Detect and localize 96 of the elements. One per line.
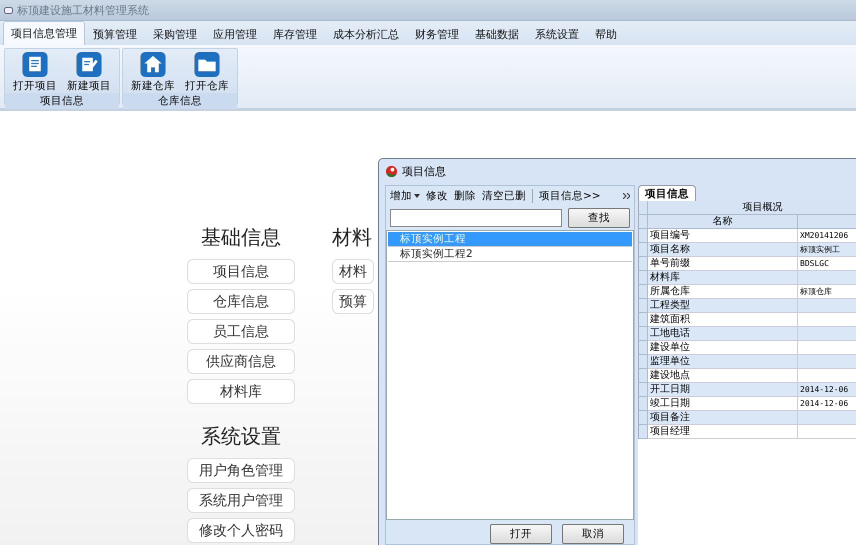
list-item[interactable]: 标顶实例工程2 <box>388 247 632 262</box>
table-cell <box>798 411 856 425</box>
group-label: 项目信息 <box>5 93 119 109</box>
app-logo-icon <box>385 164 398 178</box>
dialog-title: 项目信息 <box>402 164 446 178</box>
dialog-button[interactable]: 打开 <box>490 524 552 544</box>
panel-tab[interactable]: 项目信息 <box>638 185 696 201</box>
nav-button[interactable]: 预算 <box>332 289 374 314</box>
table-cell: 单号前缀 <box>648 257 798 271</box>
menu-tab[interactable]: 项目信息管理 <box>3 21 85 45</box>
row-indicator[interactable] <box>639 285 648 299</box>
folder-icon <box>193 51 221 78</box>
ribbon-button[interactable]: 新建仓库 <box>127 51 179 93</box>
table-cell: 标顶实例工 <box>798 243 856 257</box>
row-indicator[interactable] <box>639 243 648 257</box>
toolbar-button[interactable]: 增加 <box>390 189 420 203</box>
table-cell: 标顶仓库 <box>798 285 856 299</box>
table-cell: 工地电话 <box>648 327 798 341</box>
row-indicator[interactable] <box>639 257 648 271</box>
table-cell: 材料库 <box>648 271 798 285</box>
ribbon-button[interactable]: 打开项目 <box>9 51 61 93</box>
row-indicator[interactable] <box>639 397 648 411</box>
menu-tab[interactable]: 采购管理 <box>145 23 205 45</box>
window-title: 标顶建设施工材料管理系统 <box>17 2 149 18</box>
menu-tab[interactable]: 系统设置 <box>527 23 587 45</box>
table-cell <box>798 299 856 313</box>
table-cell <box>798 355 856 369</box>
nav-button[interactable]: 材料库 <box>187 379 295 404</box>
row-indicator <box>639 215 648 229</box>
row-indicator[interactable] <box>639 229 648 243</box>
table-cell: 所属仓库 <box>648 285 798 299</box>
menu-tab[interactable]: 基础数据 <box>467 23 527 45</box>
table-cell: XM20141206 <box>798 229 856 243</box>
menu-tab[interactable]: 库存管理 <box>265 23 325 45</box>
section-heading: 系统设置 <box>201 423 281 450</box>
search-button[interactable]: 查找 <box>568 208 630 228</box>
dialog-button[interactable]: 取消 <box>562 524 624 544</box>
nav-button[interactable]: 员工信息 <box>187 319 295 344</box>
nav-button[interactable]: 供应商信息 <box>187 349 295 374</box>
table-cell: 监理单位 <box>648 355 798 369</box>
table-cell: 开工日期 <box>648 383 798 397</box>
table-cell: 项目经理 <box>648 425 798 439</box>
row-indicator[interactable] <box>639 341 648 355</box>
menu-tab[interactable]: 帮助 <box>587 23 625 45</box>
nav-button[interactable]: 修改个人密码 <box>187 518 295 543</box>
ribbon-button[interactable]: 打开仓库 <box>181 51 233 93</box>
house-icon <box>139 51 167 78</box>
row-indicator[interactable] <box>639 411 648 425</box>
search-field[interactable] <box>390 209 562 227</box>
row-indicator[interactable] <box>639 383 648 397</box>
table-cell: 工程类型 <box>648 299 798 313</box>
table-group-header: 项目概况 <box>648 201 856 215</box>
document-icon <box>75 51 103 78</box>
table-cell: 2014-12-06 <box>798 397 856 411</box>
chevron-icon[interactable] <box>623 193 630 199</box>
nav-button[interactable]: 用户角色管理 <box>187 458 295 483</box>
toolbar-button[interactable]: 修改 <box>426 189 448 203</box>
nav-button[interactable]: 仓库信息 <box>187 289 295 314</box>
section-heading: 基础信息 <box>201 224 281 251</box>
table-cell: 竣工日期 <box>648 397 798 411</box>
nav-button[interactable]: 系统用户管理 <box>187 488 295 513</box>
section-heading: 材料 <box>332 224 372 251</box>
row-indicator[interactable] <box>639 425 648 439</box>
row-indicator[interactable] <box>639 327 648 341</box>
menu-tab[interactable]: 应用管理 <box>205 23 265 45</box>
column-header <box>798 215 856 229</box>
row-indicator[interactable] <box>639 369 648 383</box>
table-cell <box>798 327 856 341</box>
menu-tab[interactable]: 成本分析汇总 <box>325 23 407 45</box>
table-cell <box>798 271 856 285</box>
menu-tab[interactable]: 财务管理 <box>407 23 467 45</box>
caret-icon <box>414 194 420 198</box>
table-cell: 建设地点 <box>648 369 798 383</box>
row-indicator <box>639 201 648 215</box>
system-menu-icon[interactable] <box>4 6 13 14</box>
toolbar-button[interactable]: 清空已删 <box>482 189 526 203</box>
table-cell: 2014-12-06 <box>798 383 856 397</box>
table-cell: 项目名称 <box>648 243 798 257</box>
row-indicator[interactable] <box>639 299 648 313</box>
nav-button[interactable]: 项目信息 <box>187 259 295 284</box>
table-cell: 项目编号 <box>648 229 798 243</box>
table-cell: BDSLGC <box>798 257 856 271</box>
toolbar-button[interactable]: 删除 <box>454 189 476 203</box>
document-icon <box>21 51 49 78</box>
table-cell: 项目备注 <box>648 411 798 425</box>
menu-tab[interactable]: 预算管理 <box>85 23 145 45</box>
group-label: 仓库信息 <box>123 93 237 109</box>
column-header: 名称 <box>648 215 798 229</box>
table-cell: 建设单位 <box>648 341 798 355</box>
row-indicator[interactable] <box>639 271 648 285</box>
toolbar-button[interactable]: 项目信息>> <box>539 189 601 203</box>
row-indicator[interactable] <box>639 313 648 327</box>
table-cell: 建筑面积 <box>648 313 798 327</box>
row-indicator[interactable] <box>639 355 648 369</box>
ribbon-button[interactable]: 新建项目 <box>63 51 115 93</box>
nav-button[interactable]: 材料 <box>332 259 374 284</box>
